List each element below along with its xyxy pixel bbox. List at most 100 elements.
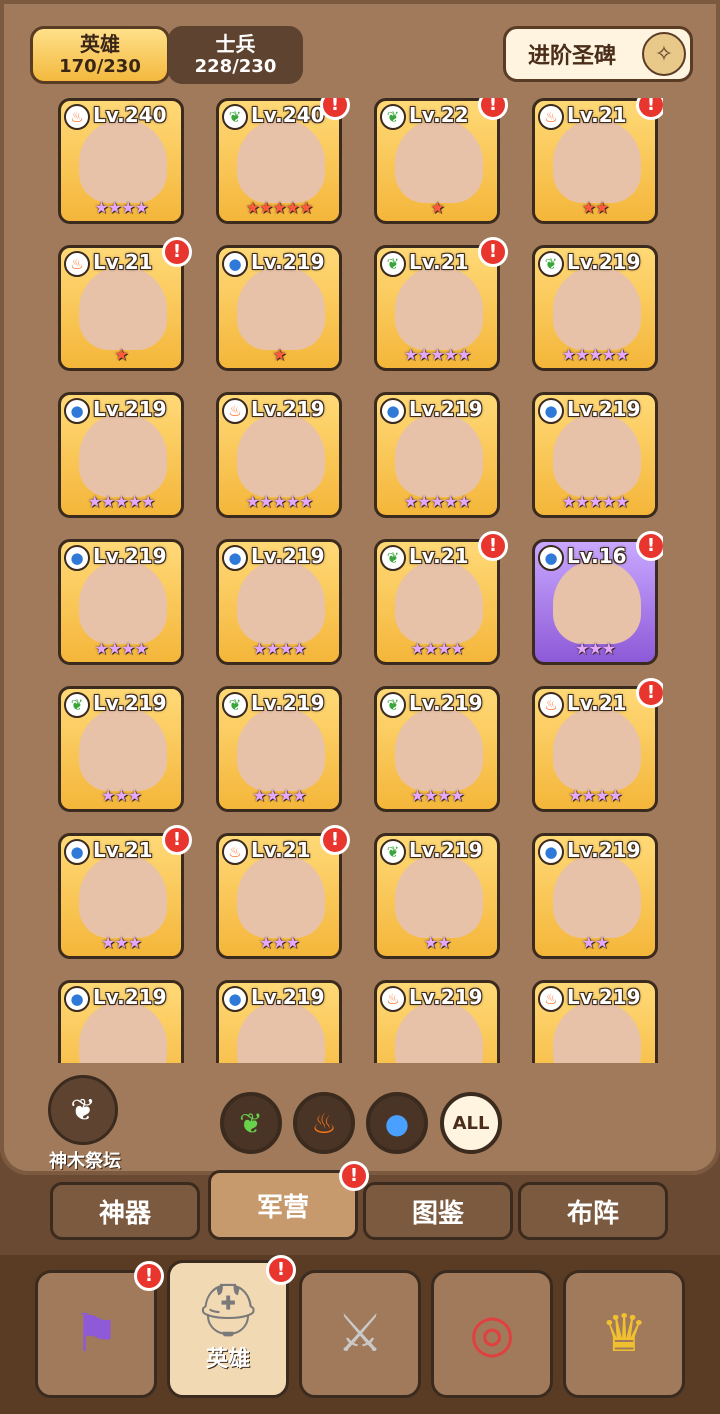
hero-card[interactable]: ♨ Lv.240 ★★★★ — [58, 98, 184, 224]
hero-level: Lv.219 — [93, 397, 167, 421]
filter-fire-button[interactable]: ♨ — [293, 1092, 355, 1154]
hero-level: Lv.21 — [409, 544, 469, 568]
hero-card[interactable]: ❦ Lv.219 ★★ — [374, 833, 500, 959]
fire-icon: ♨ — [311, 1106, 337, 1140]
filter-water-button[interactable]: ● — [366, 1092, 428, 1154]
sacred-tree-altar-button[interactable]: ❦ 神木祭坛 — [40, 1075, 130, 1175]
hero-card[interactable]: ♨ Lv.21 ★★★ — [216, 833, 342, 959]
hero-card[interactable]: ♨ Lv.21 ★★★★ — [532, 686, 658, 812]
hero-level: Lv.21 — [567, 691, 627, 715]
hero-level: Lv.21 — [93, 250, 153, 274]
hero-level: Lv.219 — [409, 985, 483, 1009]
alert-badge: ! — [320, 825, 350, 855]
hero-stars: ★★★★★ — [403, 345, 472, 364]
water-element-icon: ● — [380, 398, 406, 424]
hero-portrait — [79, 119, 167, 203]
hero-level: Lv.21 — [567, 103, 627, 127]
hero-card[interactable]: ● Lv.16 ★★★ — [532, 539, 658, 665]
soldier-count-tab[interactable]: 士兵 228/230 — [168, 26, 303, 84]
advance-stele-label: 进阶圣碑 — [528, 44, 617, 69]
tab-artifact[interactable]: 神器 — [50, 1182, 200, 1240]
advance-stele-button[interactable]: 进阶圣碑 ✧ — [503, 26, 693, 82]
nav-hero-button[interactable]: ⛑ 英雄 ! — [167, 1255, 296, 1398]
nav-battle-button[interactable]: ⚔ — [299, 1270, 421, 1398]
hero-card[interactable]: ● Lv.219 ★ — [216, 245, 342, 371]
hero-portrait — [395, 413, 483, 497]
tab-barracks[interactable]: 军营 ! — [208, 1161, 369, 1240]
hero-card[interactable]: ❦ Lv.219 ★★★★ — [374, 686, 500, 812]
hero-card[interactable]: ❦ Lv.219 ★★★★★ — [532, 245, 658, 371]
hero-card[interactable]: ● Lv.219 ★★ — [532, 833, 658, 959]
tab-label: 军营 — [256, 1192, 309, 1223]
top-bar: 英雄 170/230 士兵 228/230 进阶圣碑 ✧ — [0, 0, 720, 90]
hero-portrait — [79, 266, 167, 350]
hero-portrait — [395, 119, 483, 203]
hero-level: Lv.219 — [251, 250, 325, 274]
water-element-icon: ● — [64, 839, 90, 865]
hero-stars: ★★★ — [100, 786, 142, 805]
hero-portrait — [237, 707, 325, 791]
hero-card[interactable]: ● Lv.219 ★★★★ — [58, 539, 184, 665]
tab-codex[interactable]: 图鉴 — [363, 1182, 513, 1240]
hero-stars: ★★★★★ — [561, 345, 630, 364]
leaf-element-icon: ❦ — [64, 692, 90, 718]
fire-element-icon: ♨ — [538, 692, 564, 718]
hero-portrait — [237, 854, 325, 938]
banner-sword-icon: ⚑ — [72, 1304, 120, 1364]
hero-card[interactable]: ● Lv.219 ★★★★★ — [58, 392, 184, 518]
leaf-element-icon: ❦ — [538, 251, 564, 277]
hero-card[interactable]: ♨ Lv.21 ★★ — [532, 98, 658, 224]
hero-portrait — [553, 266, 641, 350]
hero-card[interactable]: ❦ Lv.21 ★★★★★ — [374, 245, 500, 371]
leaf-element-icon: ❦ — [380, 839, 406, 865]
leaf-element-icon: ❦ — [380, 545, 406, 571]
hero-portrait — [395, 266, 483, 350]
hero-card[interactable]: ♨ Lv.219 ★★★★★ — [216, 392, 342, 518]
hero-level: Lv.240 — [251, 103, 325, 127]
hero-card[interactable]: ❦ Lv.219 ★★★ — [58, 686, 184, 812]
hero-portrait — [79, 707, 167, 791]
hero-card[interactable]: ● Lv.219 ★★★★★ — [532, 392, 658, 518]
fire-element-icon: ♨ — [64, 104, 90, 130]
hero-stars: ★★★★★ — [245, 492, 314, 511]
alert-badge: ! — [134, 1261, 164, 1291]
hero-card[interactable]: ● Lv.219 — [216, 980, 342, 1063]
hero-card[interactable]: ❦ Lv.240 ★★★★★ — [216, 98, 342, 224]
hero-card[interactable]: ❦ Lv.22 ★ — [374, 98, 500, 224]
hero-card[interactable]: ♨ Lv.21 ★ — [58, 245, 184, 371]
alert-badge: ! — [478, 237, 508, 267]
hero-portrait — [395, 1001, 483, 1063]
barracks-panel: 英雄 170/230 士兵 228/230 进阶圣碑 ✧ ♨ Lv.240 ★★★★… — [0, 0, 720, 1175]
hero-card[interactable]: ♨ Lv.219 — [374, 980, 500, 1063]
hero-card[interactable]: ❦ Lv.219 ★★★★ — [216, 686, 342, 812]
tab-label: 图鉴 — [411, 1198, 464, 1229]
water-drop-icon: ● — [384, 1106, 410, 1140]
hero-stars: ★★★★ — [94, 639, 148, 658]
nav-banner-button[interactable]: ⚑ ! — [35, 1261, 164, 1398]
tab-formation[interactable]: 布阵 — [518, 1182, 668, 1240]
hero-grid: ♨ Lv.240 ★★★★ ❦ Lv.240 ★★★★★! ❦ Lv.22 ★! ♨ Lv.21 ★★… — [58, 98, 663, 1063]
hero-level: Lv.16 — [567, 544, 627, 568]
hero-card[interactable]: ● Lv.21 ★★★ — [58, 833, 184, 959]
hero-stars: ★★★★★ — [87, 492, 156, 511]
water-element-icon: ● — [538, 545, 564, 571]
filter-leaf-button[interactable]: ❦ — [220, 1092, 282, 1154]
hero-level: Lv.219 — [251, 544, 325, 568]
hero-card[interactable]: ● Lv.219 — [58, 980, 184, 1063]
hero-level: Lv.219 — [93, 544, 167, 568]
nav-trophy-button[interactable]: ♛ — [563, 1270, 685, 1398]
hero-portrait — [237, 119, 325, 203]
hero-card[interactable]: ♨ Lv.219 — [532, 980, 658, 1063]
fire-element-icon: ♨ — [222, 398, 248, 424]
nav-target-button[interactable]: ◎ — [431, 1270, 553, 1398]
hero-stars: ★★★ — [574, 639, 616, 658]
hero-count-tab[interactable]: 英雄 170/230 — [30, 26, 170, 84]
hero-portrait — [79, 1001, 167, 1063]
hero-card[interactable]: ● Lv.219 ★★★★★ — [374, 392, 500, 518]
hero-level: Lv.219 — [409, 691, 483, 715]
alert-badge: ! — [266, 1255, 296, 1285]
filter-all-button[interactable]: ALL — [440, 1092, 502, 1154]
hero-stars: ★ — [114, 345, 128, 364]
hero-card[interactable]: ❦ Lv.21 ★★★★ — [374, 539, 500, 665]
hero-card[interactable]: ● Lv.219 ★★★★ — [216, 539, 342, 665]
